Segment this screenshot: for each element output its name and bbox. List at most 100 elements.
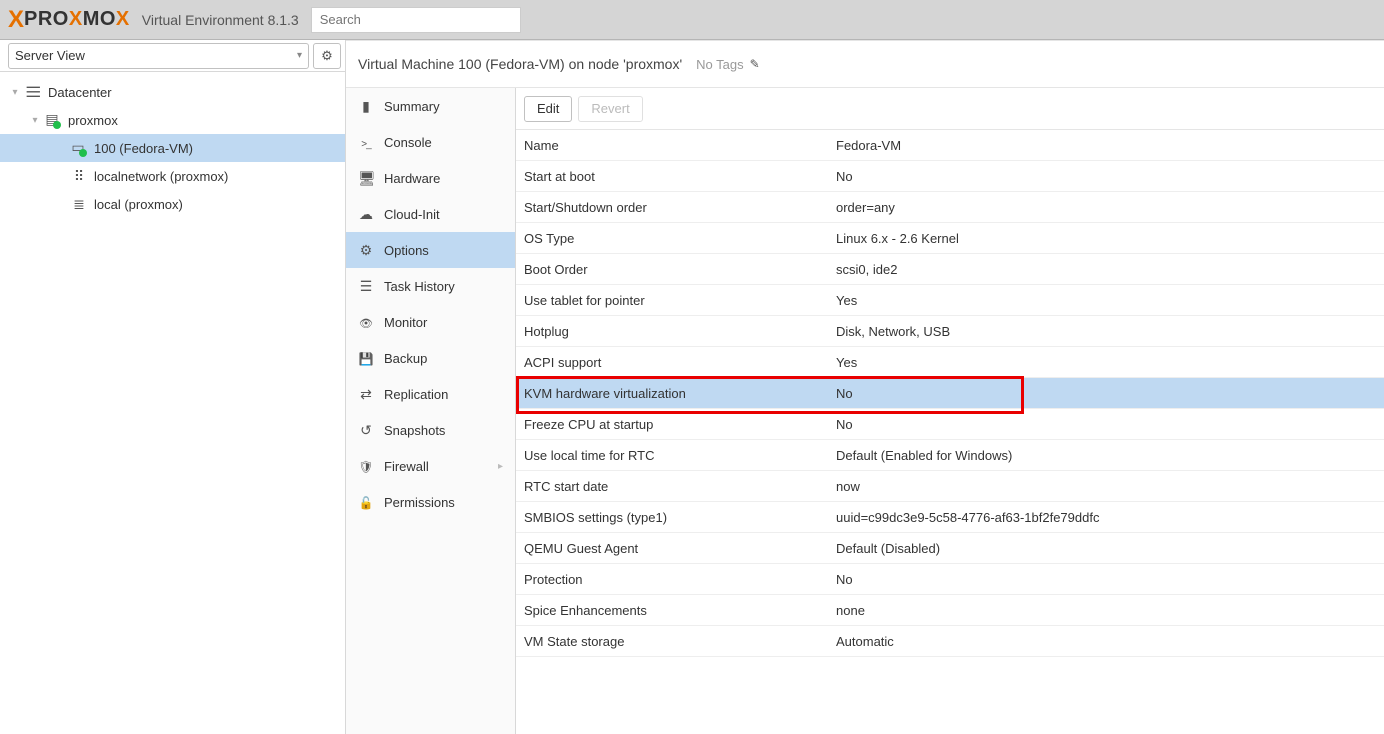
option-row[interactable]: SMBIOS settings (type1)uuid=c99dc3e9-5c5… (516, 502, 1384, 533)
option-row[interactable]: Use tablet for pointerYes (516, 285, 1384, 316)
option-row[interactable]: QEMU Guest AgentDefault (Disabled) (516, 533, 1384, 564)
option-value: No (836, 169, 1376, 184)
vm-sidenav: Summary Console Hardware Cloud-Init Options T… (346, 88, 516, 734)
snapshots-icon (358, 422, 374, 439)
tree-node-proxmox[interactable]: ▾ proxmox (0, 106, 345, 134)
sidenav-item-replication[interactable]: Replication (346, 376, 515, 412)
node-icon (42, 111, 64, 129)
option-key: Freeze CPU at startup (524, 417, 836, 432)
notags-text: No Tags (696, 57, 743, 72)
sidenav-item-console[interactable]: Console (346, 124, 515, 160)
app-header: X PROXMOX Virtual Environment 8.1.3 (0, 0, 1384, 40)
option-value: No (836, 417, 1376, 432)
option-row[interactable]: VM State storageAutomatic (516, 626, 1384, 657)
tree-label: local (proxmox) (94, 197, 183, 212)
option-key: Spice Enhancements (524, 603, 836, 618)
sidenav-label: Summary (384, 99, 440, 114)
sidenav-item-cloud-init[interactable]: Cloud-Init (346, 196, 515, 232)
header-title: Virtual Environment 8.1.3 (142, 12, 299, 28)
options-icon (358, 242, 374, 259)
logo-x-icon: X (8, 6, 22, 34)
tree-toggle-icon[interactable]: ▾ (8, 87, 22, 98)
option-key: Hotplug (524, 324, 836, 339)
tree-label: 100 (Fedora-VM) (94, 141, 193, 156)
option-row[interactable]: Spice Enhancementsnone (516, 595, 1384, 626)
view-selector-bar: Server View ▾ ⚙ (0, 40, 345, 72)
option-value: uuid=c99dc3e9-5c58-4776-af63-1bf2fe79ddf… (836, 510, 1376, 525)
sidenav-item-permissions[interactable]: Permissions (346, 484, 515, 520)
options-table: NameFedora-VMStart at bootNoStart/Shutdo… (516, 130, 1384, 734)
option-value: Yes (836, 355, 1376, 370)
option-row[interactable]: ACPI supportYes (516, 347, 1384, 378)
sidenav-label: Cloud-Init (384, 207, 440, 222)
sidenav-label: Console (384, 135, 432, 150)
revert-button: Revert (578, 96, 642, 122)
tree-local-storage[interactable]: local (proxmox) (0, 190, 345, 218)
view-selector-label: Server View (15, 48, 85, 63)
sidenav-item-options[interactable]: Options (346, 232, 515, 268)
sidenav-label: Task History (384, 279, 455, 294)
replication-icon (358, 386, 374, 403)
no-tags-label[interactable]: No Tags ✎ (696, 57, 760, 72)
edit-button[interactable]: Edit (524, 96, 572, 122)
sidenav-label: Backup (384, 351, 427, 366)
option-value: No (836, 572, 1376, 587)
tree-datacenter[interactable]: ▾ Datacenter (0, 78, 345, 106)
option-key: ACPI support (524, 355, 836, 370)
chevron-right-icon: ▸ (498, 461, 503, 472)
hardware-icon (358, 170, 374, 187)
network-icon (68, 168, 90, 185)
tree-localnetwork[interactable]: localnetwork (proxmox) (0, 162, 345, 190)
gear-icon: ⚙ (321, 48, 333, 64)
sidenav-item-firewall[interactable]: Firewall ▸ (346, 448, 515, 484)
option-value: now (836, 479, 1376, 494)
main-header: Virtual Machine 100 (Fedora-VM) on node … (346, 40, 1384, 88)
tree-vm-100[interactable]: 100 (Fedora-VM) (0, 134, 345, 162)
option-key: Protection (524, 572, 836, 587)
sidenav-label: Hardware (384, 171, 440, 186)
tree-toggle-icon[interactable]: ▾ (28, 115, 42, 126)
option-value: Default (Disabled) (836, 541, 1376, 556)
option-row[interactable]: Start/Shutdown orderorder=any (516, 192, 1384, 223)
sidenav-item-monitor[interactable]: Monitor (346, 304, 515, 340)
option-row[interactable]: KVM hardware virtualizationNo (516, 378, 1384, 409)
sidenav-label: Snapshots (384, 423, 445, 438)
option-row[interactable]: HotplugDisk, Network, USB (516, 316, 1384, 347)
option-key: Name (524, 138, 836, 153)
permissions-icon (358, 494, 374, 510)
storage-icon (68, 196, 90, 213)
option-value: Default (Enabled for Windows) (836, 448, 1376, 463)
option-row[interactable]: NameFedora-VM (516, 130, 1384, 161)
option-row[interactable]: ProtectionNo (516, 564, 1384, 595)
sidenav-label: Firewall (384, 459, 429, 474)
option-key: OS Type (524, 231, 836, 246)
option-value: No (836, 386, 1376, 401)
option-value: order=any (836, 200, 1376, 215)
page-title: Virtual Machine 100 (Fedora-VM) on node … (358, 56, 682, 72)
option-row[interactable]: RTC start datenow (516, 471, 1384, 502)
search-input[interactable] (311, 7, 521, 33)
task-history-icon (358, 278, 374, 295)
option-row[interactable]: Freeze CPU at startupNo (516, 409, 1384, 440)
option-row[interactable]: Use local time for RTCDefault (Enabled f… (516, 440, 1384, 471)
option-key: Use tablet for pointer (524, 293, 836, 308)
logo-text: PROXMOX (24, 8, 130, 31)
option-key: SMBIOS settings (type1) (524, 510, 836, 525)
sidenav-item-backup[interactable]: Backup (346, 340, 515, 376)
option-key: KVM hardware virtualization (524, 386, 836, 401)
option-row[interactable]: Start at bootNo (516, 161, 1384, 192)
tree-label: localnetwork (proxmox) (94, 169, 228, 184)
sidenav-item-snapshots[interactable]: Snapshots (346, 412, 515, 448)
option-key: Use local time for RTC (524, 448, 836, 463)
option-row[interactable]: OS TypeLinux 6.x - 2.6 Kernel (516, 223, 1384, 254)
sidenav-item-task-history[interactable]: Task History (346, 268, 515, 304)
sidenav-item-hardware[interactable]: Hardware (346, 160, 515, 196)
view-selector[interactable]: Server View ▾ (8, 43, 309, 69)
option-row[interactable]: Boot Orderscsi0, ide2 (516, 254, 1384, 285)
option-value: none (836, 603, 1376, 618)
sidenav-label: Replication (384, 387, 448, 402)
monitor-icon (358, 314, 374, 330)
tree-settings-button[interactable]: ⚙ (313, 43, 341, 69)
option-value: Linux 6.x - 2.6 Kernel (836, 231, 1376, 246)
sidenav-item-summary[interactable]: Summary (346, 88, 515, 124)
